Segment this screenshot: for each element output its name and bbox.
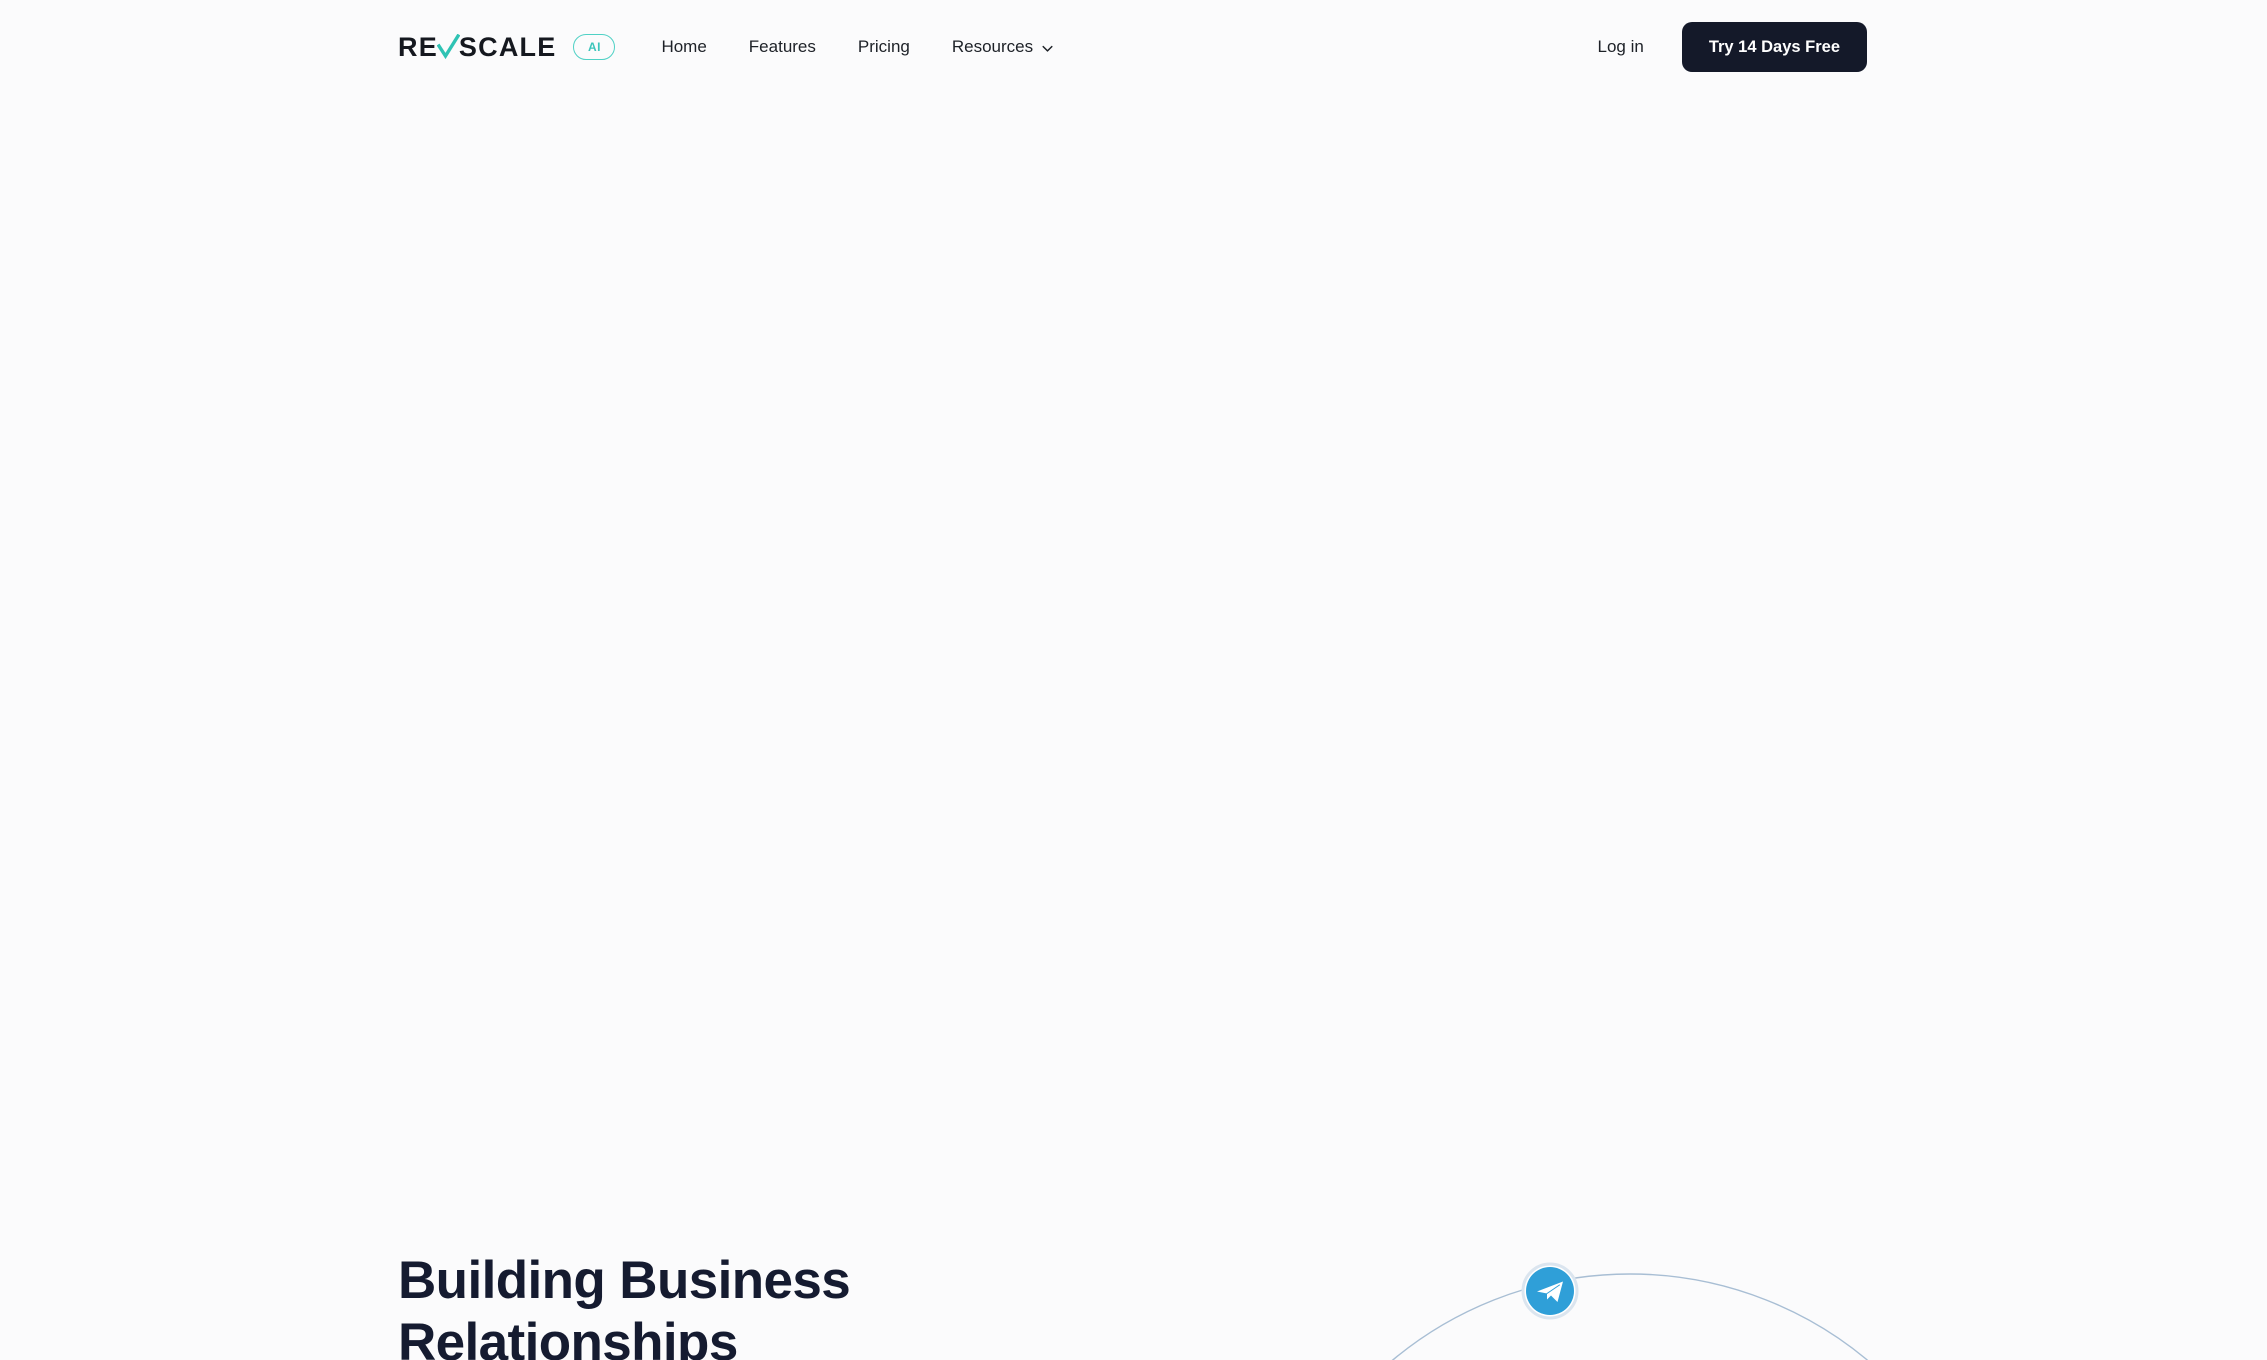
hero-title: Building Business Relationships at Scale (398, 1250, 1158, 1360)
nav-item-features[interactable]: Features (749, 37, 816, 57)
nav-item-resources[interactable]: Resources (952, 37, 1054, 57)
header-actions: Log in Try 14 Days Free (1598, 22, 1867, 72)
nav-item-features-label: Features (748, 37, 816, 56)
orbit-graphic (1180, 1174, 2080, 1360)
nav-item-resources-label: Resources (951, 37, 1034, 56)
hero-copy: Building Business Relationships at Scale (398, 1250, 1158, 1360)
orbit-arc-outer (1391, 1273, 1869, 1360)
header-inner: RE SCALE AI Home Features Pricing Resour… (0, 22, 2267, 72)
site-header: RE SCALE AI Home Features Pricing Resour… (0, 0, 2267, 94)
hero-title-line-1: Building Business Relationships (398, 1251, 851, 1360)
hero-section: Building Business Relationships at Scale (0, 94, 2267, 1360)
nav-item-home-label: Home (661, 37, 707, 56)
logo-text-before: RE (398, 31, 438, 62)
ai-badge: AI (573, 34, 616, 60)
logo-text-after: SCALE (458, 31, 557, 62)
orbit-arcs (1391, 1273, 1869, 1360)
logo-wordmark: RE SCALE (398, 31, 557, 62)
main-nav: Home Features Pricing Resources (661, 37, 1054, 57)
telegram-icon[interactable] (1521, 1262, 1579, 1320)
chevron-down-icon (1041, 42, 1054, 55)
nav-item-home[interactable]: Home (661, 37, 706, 57)
nav-item-pricing[interactable]: Pricing (858, 37, 910, 57)
brand-logo[interactable]: RE SCALE AI (398, 31, 616, 62)
nav-item-pricing-label: Pricing (857, 37, 910, 56)
login-link[interactable]: Log in (1598, 37, 1644, 57)
check-icon (436, 34, 460, 60)
try-free-button[interactable]: Try 14 Days Free (1681, 22, 1867, 72)
